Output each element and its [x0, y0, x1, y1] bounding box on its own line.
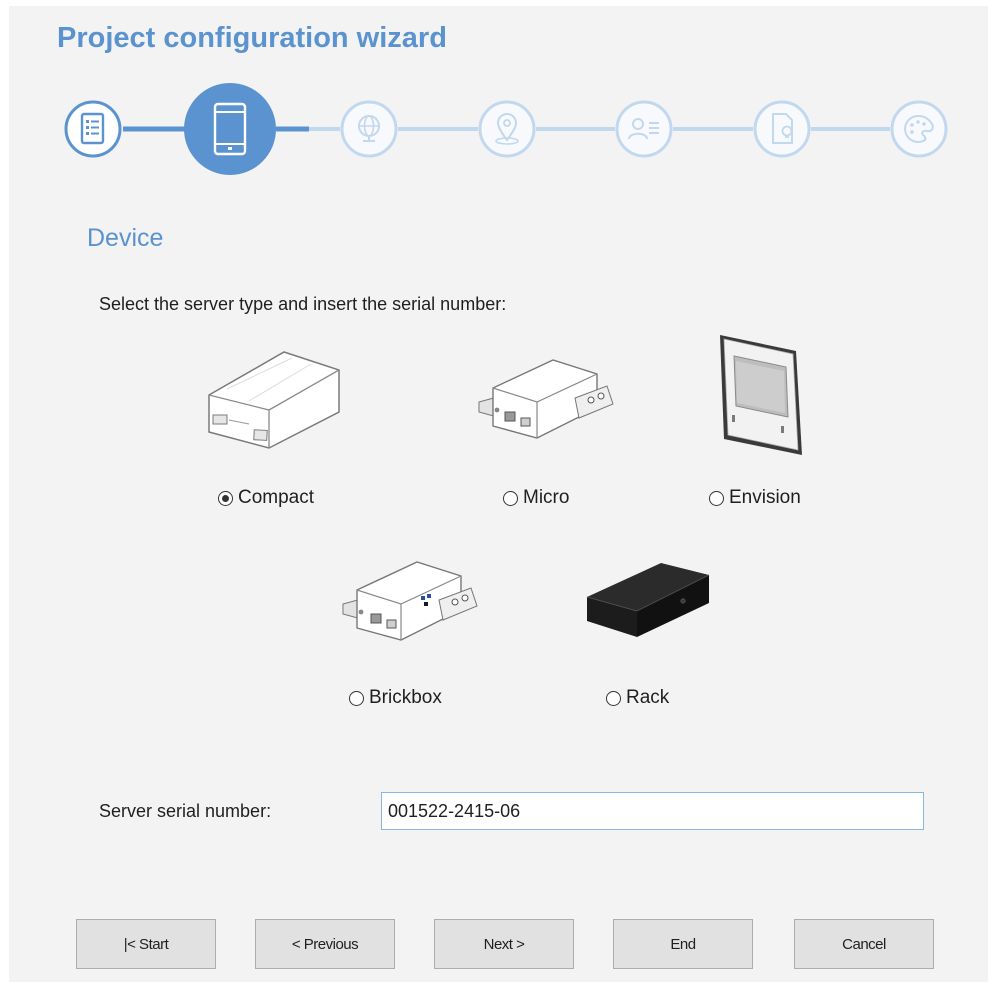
device-label-compact: Compact: [238, 487, 315, 508]
device-radio-compact[interactable]: Compact: [218, 487, 314, 509]
micro-device-image: [478, 359, 614, 439]
radio-button[interactable]: [218, 490, 233, 506]
device-label-rack: Rack: [626, 687, 670, 708]
radio-button[interactable]: [349, 690, 364, 706]
wizard-window: Project configuration wizard Device Sele…: [9, 6, 988, 982]
start-button[interactable]: |< Start: [76, 919, 216, 969]
radio-button[interactable]: [606, 690, 621, 706]
step-4-location-pin-icon[interactable]: [478, 100, 536, 158]
device-label-brickbox: Brickbox: [369, 687, 442, 708]
compact-device-image: [208, 351, 340, 449]
previous-button[interactable]: < Previous: [255, 919, 395, 969]
step-3-globe-icon[interactable]: [340, 100, 398, 158]
rack-device-image: [586, 563, 710, 637]
device-radio-micro[interactable]: Micro: [503, 487, 569, 509]
step-6-document-lightbulb-icon[interactable]: [753, 100, 811, 158]
step-5-user-list-icon[interactable]: [615, 100, 673, 158]
end-button[interactable]: End: [613, 919, 753, 969]
section-title: Device: [87, 224, 164, 252]
step-1-document-list-icon[interactable]: [64, 100, 122, 158]
instruction-text: Select the server type and insert the se…: [99, 294, 507, 314]
next-button[interactable]: Next >: [434, 919, 574, 969]
device-radio-envision[interactable]: Envision: [709, 487, 801, 509]
brickbox-device-image: [342, 561, 478, 641]
device-label-envision: Envision: [729, 487, 801, 508]
cancel-button[interactable]: Cancel: [794, 919, 934, 969]
radio-selected-dot: [222, 494, 229, 502]
envision-device-image: [720, 335, 802, 455]
wizard-stepper: [64, 83, 948, 175]
device-radio-rack[interactable]: Rack: [606, 687, 669, 709]
device-label-micro: Micro: [523, 487, 570, 508]
radio-button[interactable]: [503, 490, 518, 506]
device-radio-brickbox[interactable]: Brickbox: [349, 687, 442, 709]
serial-number-label: Server serial number:: [99, 801, 272, 821]
step-7-palette-icon[interactable]: [890, 100, 948, 158]
serial-number-input[interactable]: [381, 792, 924, 830]
step-2-tablet-icon[interactable]: [184, 83, 276, 175]
radio-button[interactable]: [709, 490, 724, 506]
